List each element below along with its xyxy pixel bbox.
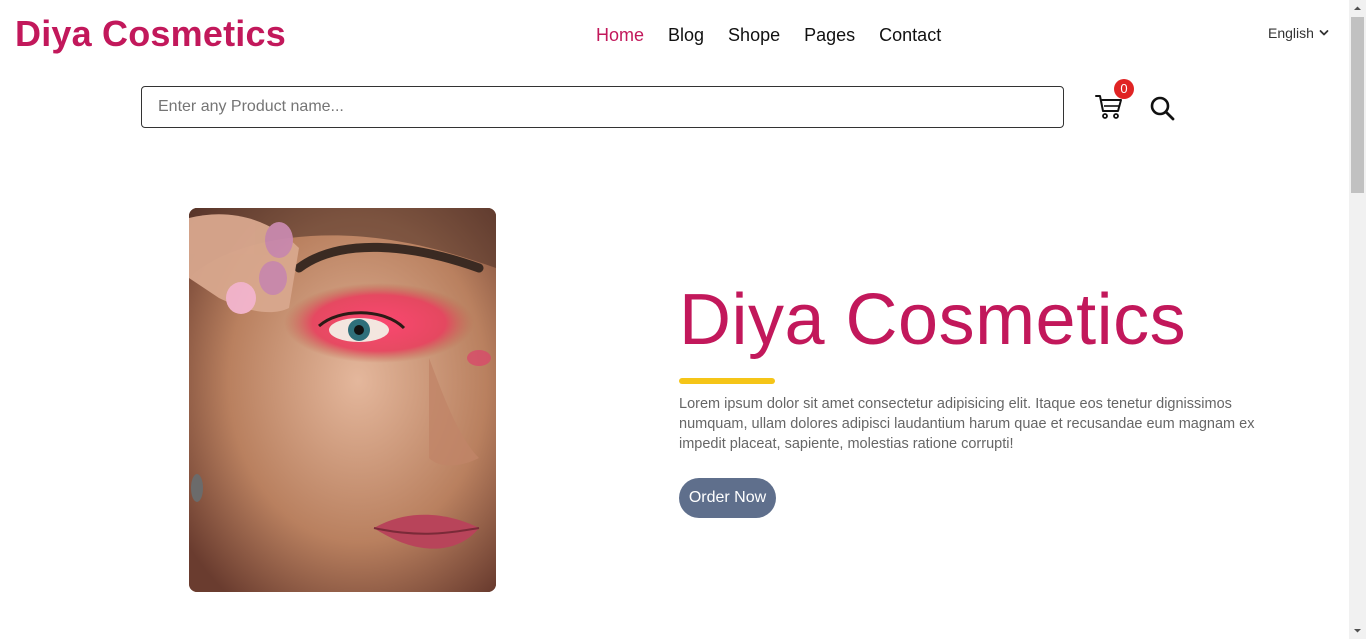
hero-title: Diya Cosmetics (679, 280, 1187, 360)
cart-count-badge: 0 (1114, 79, 1134, 99)
scroll-thumb[interactable] (1351, 17, 1364, 193)
scroll-up-icon[interactable] (1353, 4, 1362, 13)
nav-home[interactable]: Home (596, 22, 644, 48)
model-makeup-photo (189, 208, 496, 592)
title-underline (679, 378, 775, 384)
nav-shope[interactable]: Shope (728, 22, 780, 48)
vertical-scrollbar[interactable] (1349, 0, 1366, 639)
nav-contact[interactable]: Contact (879, 22, 941, 48)
language-label: English (1268, 25, 1314, 41)
nav-pages[interactable]: Pages (804, 22, 855, 48)
main-nav: Home Blog Shope Pages Contact (596, 22, 965, 48)
hero-description: Lorem ipsum dolor sit amet consectetur a… (679, 396, 1255, 452)
page: Diya Cosmetics Home Blog Shope Pages Con… (0, 0, 1349, 639)
chevron-down-icon (1319, 30, 1329, 36)
hero-image (189, 208, 496, 592)
language-select[interactable]: English (1268, 25, 1329, 41)
site-logo[interactable]: Diya Cosmetics (15, 12, 286, 56)
search-icon[interactable] (1149, 95, 1175, 121)
scroll-down-icon[interactable] (1353, 626, 1362, 635)
order-now-button[interactable]: Order Now (679, 478, 776, 518)
nav-blog[interactable]: Blog (668, 22, 704, 48)
product-search-input[interactable] (141, 86, 1064, 128)
